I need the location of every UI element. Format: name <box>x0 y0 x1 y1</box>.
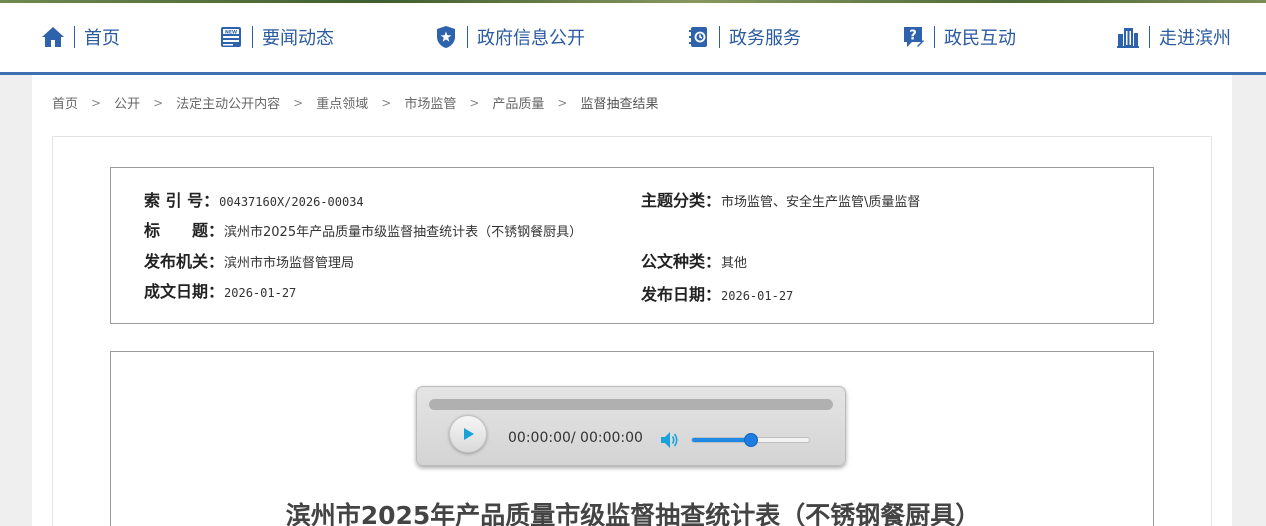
meta-written-date-label: 成文日期： <box>144 282 225 301</box>
nav-separator <box>74 26 75 48</box>
question-icon: ? <box>900 24 926 50</box>
article-container: 索 引 号： 00437160X/2026-00034 主题分类： 市场监管、安… <box>52 136 1212 526</box>
meta-issuer-value: 滨州市市场监督管理局 <box>224 256 355 271</box>
badge-icon <box>433 24 459 50</box>
nav-item-label: 要闻动态 <box>262 28 334 49</box>
breadcrumb-separator: > <box>557 95 568 110</box>
metadata-table: 索 引 号： 00437160X/2026-00034 主题分类： 市场监管、安… <box>110 167 1154 324</box>
svg-text:?: ? <box>909 29 917 44</box>
meta-index-value: 00437160X/2026-00034 <box>219 195 364 209</box>
home-icon <box>40 24 66 50</box>
breadcrumb-open[interactable]: 公开 <box>114 93 140 112</box>
breadcrumb-separator: > <box>469 95 480 110</box>
meta-published-date-label: 发布日期： <box>641 285 722 304</box>
meta-title-value: 滨州市2025年产品质量市级监督抽查统计表（不锈钢餐厨具） <box>224 225 583 240</box>
meta-topic-row: 主题分类： 市场监管、安全生产监管\质量监督 <box>641 187 920 211</box>
play-button[interactable] <box>449 415 487 453</box>
breadcrumb-separator: > <box>381 95 392 110</box>
breadcrumb: 首页 > 公开 > 法定主动公开内容 > 重点领域 > 市场监管 > 产品质量 … <box>52 93 659 113</box>
breadcrumb-separator: > <box>293 95 304 110</box>
breadcrumb-statutory[interactable]: 法定主动公开内容 <box>176 93 280 112</box>
nav-item-label: 政民互动 <box>944 28 1016 49</box>
meta-title-label: 标 题： <box>144 221 225 240</box>
volume-slider-fill <box>692 438 751 442</box>
meta-written-date-value: 2026-01-27 <box>224 286 297 300</box>
breadcrumb-separator: > <box>91 95 102 110</box>
main-navigation: 首页 NEW 要闻动态 政府信息公开 政务服务 ? 政民互动 走进滨州 <box>0 3 1266 72</box>
breadcrumb-market-supervision[interactable]: 市场监管 <box>404 93 456 112</box>
meta-index-label: 索 引 号： <box>144 191 220 210</box>
breadcrumb-separator: > <box>153 95 164 110</box>
nav-separator <box>934 26 935 48</box>
building-icon <box>1115 24 1141 50</box>
audio-time-display: 00:00:00/ 00:00:00 <box>508 430 643 446</box>
nav-item-news[interactable]: NEW 要闻动态 <box>218 23 334 51</box>
audio-progress-bar[interactable] <box>429 399 833 410</box>
meta-topic-value: 市场监管、安全生产监管\质量监督 <box>721 195 921 210</box>
meta-index-row: 索 引 号： 00437160X/2026-00034 <box>144 187 364 211</box>
meta-written-date-row: 成文日期： 2026-01-27 <box>144 278 296 302</box>
nav-separator <box>252 26 253 48</box>
nav-separator <box>719 26 720 48</box>
breadcrumb-key-areas[interactable]: 重点领域 <box>316 93 368 112</box>
meta-published-date-value: 2026-01-27 <box>721 289 794 303</box>
meta-doctype-label: 公文种类： <box>641 252 722 271</box>
audio-player: 00:00:00/ 00:00:00 <box>416 386 846 466</box>
nav-item-label: 政务服务 <box>729 28 801 49</box>
nav-item-about-binzhou[interactable]: 走进滨州 <box>1115 23 1231 51</box>
service-book-icon <box>685 24 711 50</box>
meta-title-row: 标 题： 滨州市2025年产品质量市级监督抽查统计表（不锈钢餐厨具） <box>144 217 582 241</box>
volume-slider[interactable] <box>691 433 810 447</box>
nav-separator <box>467 26 468 48</box>
nav-item-interaction[interactable]: ? 政民互动 <box>900 23 1016 51</box>
meta-topic-label: 主题分类： <box>641 191 722 210</box>
nav-item-services[interactable]: 政务服务 <box>685 23 801 51</box>
meta-issuer-label: 发布机关： <box>144 252 225 271</box>
volume-icon[interactable] <box>660 431 680 449</box>
document-title: 滨州市2025年产品质量市级监督抽查统计表（不锈钢餐厨具） <box>285 501 981 526</box>
nav-item-label: 政府信息公开 <box>477 28 585 49</box>
breadcrumb-home[interactable]: 首页 <box>52 93 78 112</box>
nav-item-home[interactable]: 首页 <box>40 23 120 51</box>
nav-item-gov-info[interactable]: 政府信息公开 <box>433 23 585 51</box>
volume-slider-thumb[interactable] <box>743 433 758 447</box>
nav-item-label: 走进滨州 <box>1159 28 1231 49</box>
meta-doctype-row: 公文种类： 其他 <box>641 248 747 272</box>
breadcrumb-product-quality[interactable]: 产品质量 <box>492 93 544 112</box>
content-wrapper: 首页 > 公开 > 法定主动公开内容 > 重点领域 > 市场监管 > 产品质量 … <box>32 75 1232 526</box>
meta-published-date-row: 发布日期： 2026-01-27 <box>641 281 793 305</box>
nav-item-label: 首页 <box>84 28 120 49</box>
document-body: 00:00:00/ 00:00:00 滨州市2025年产品质量市级监督抽查统计表… <box>110 351 1154 526</box>
svg-text:NEW: NEW <box>225 29 237 35</box>
news-icon: NEW <box>218 24 244 50</box>
meta-doctype-value: 其他 <box>721 256 748 271</box>
breadcrumb-current: 监督抽查结果 <box>580 97 659 112</box>
nav-separator <box>1149 26 1150 48</box>
meta-issuer-row: 发布机关： 滨州市市场监督管理局 <box>144 248 354 272</box>
play-icon <box>464 428 474 440</box>
